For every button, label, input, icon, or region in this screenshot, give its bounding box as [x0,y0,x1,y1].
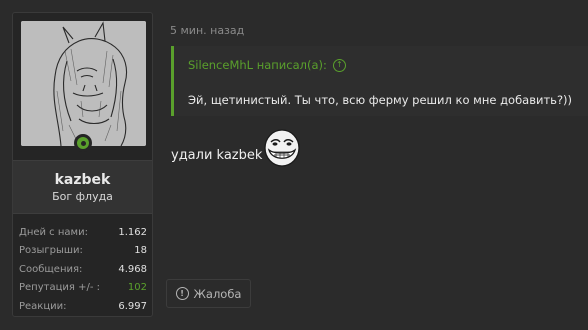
avatar[interactable] [21,21,146,146]
user-name-block: kazbek Бог флуда [13,160,152,214]
exclamation-circle-icon: ! [175,287,189,300]
stat-row-messages: Сообщения: 4.968 [19,260,147,279]
stat-label: Сообщения: [19,263,83,275]
user-title: Бог флуда [52,190,113,203]
stat-row-days: Дней с нами: 1.162 [19,223,147,242]
donkey-portrait-icon [21,21,146,146]
report-label: Жалоба [193,286,242,301]
user-card: kazbek Бог флуда Дней с нами: 1.162 Розы… [12,12,153,317]
stat-value: 4.968 [118,263,147,275]
quote-author-link[interactable]: SilenceMhL написал(а): ↑ [188,58,346,72]
stat-label: Розыгрыши: [19,245,83,257]
troll-face-smiley-icon [264,129,300,167]
post-timestamp[interactable]: 5 мин. назад [170,24,244,37]
stat-row-giveaways: Розыгрыши: 18 [19,242,147,261]
stat-value: 1.162 [118,226,147,238]
stat-label: Репутация +/- : [19,282,100,294]
report-button[interactable]: ! Жалоба [166,279,251,308]
user-stats: Дней с нами: 1.162 Розыгрыши: 18 Сообщен… [19,223,147,316]
stat-label: Реакции: [19,300,67,312]
stat-row-reputation: Репутация +/- : 102 [19,279,147,298]
stat-label: Дней с нами: [19,226,88,238]
online-status-indicator [74,134,92,152]
online-icon [77,137,89,149]
arrow-up-circle-icon[interactable]: ↑ [332,58,346,72]
quote-text: Эй, щетинистый. Ты что, всю ферму решил … [188,93,573,107]
quote-block: SilenceMhL написал(а): ↑ Эй, щетинистый.… [171,46,588,116]
stat-value: 18 [134,245,147,257]
stat-row-reactions: Реакции: 6.997 [19,297,147,316]
quote-author: SilenceMhL написал(а): [188,58,327,72]
stat-value: 102 [127,282,147,294]
username[interactable]: kazbek [13,172,152,188]
stat-value: 6.997 [118,300,147,312]
post-message: удали kazbek [171,148,263,163]
